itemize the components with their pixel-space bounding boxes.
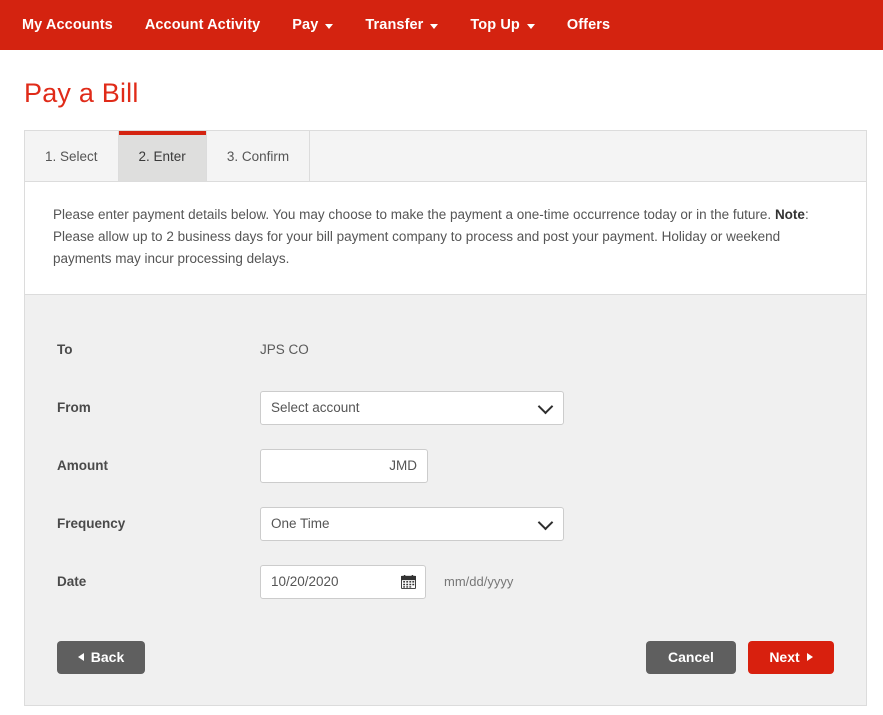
date-label: Date — [57, 574, 260, 589]
chevron-down-icon — [527, 24, 535, 29]
chevron-down-icon — [538, 398, 554, 414]
instructions-text: Please enter payment details below. You … — [53, 204, 838, 270]
nav-label: Offers — [567, 17, 610, 33]
frequency-label: Frequency — [57, 516, 260, 531]
form-row-date: Date 10/20/2020 — [25, 553, 866, 611]
tab-select[interactable]: 1. Select — [25, 131, 119, 181]
amount-label: Amount — [57, 458, 260, 473]
nav-label: Account Activity — [145, 17, 260, 33]
form-row-frequency: Frequency One Time — [25, 495, 866, 553]
next-button-label: Next — [769, 649, 799, 665]
date-value: 10/20/2020 — [271, 574, 339, 589]
nav-item-offers[interactable]: Offers — [567, 17, 610, 33]
tab-label: 2. Enter — [139, 149, 186, 164]
tab-confirm[interactable]: 3. Confirm — [207, 131, 310, 181]
back-button-label: Back — [91, 649, 124, 665]
form-row-amount: Amount JMD — [25, 437, 866, 495]
frequency-value: One Time — [271, 516, 330, 531]
frequency-select[interactable]: One Time — [260, 507, 564, 541]
nav-item-my-accounts[interactable]: My Accounts — [22, 17, 113, 33]
amount-input[interactable]: JMD — [260, 449, 428, 483]
instructions-panel: Please enter payment details below. You … — [25, 182, 866, 295]
nav-item-account-activity[interactable]: Account Activity — [145, 17, 260, 33]
date-format-hint: mm/dd/yyyy — [444, 574, 513, 589]
triangle-left-icon — [78, 653, 84, 661]
nav-label: Transfer — [365, 17, 423, 33]
tab-label: 3. Confirm — [227, 149, 289, 164]
to-label: To — [57, 342, 260, 357]
form-row-to: To JPS CO — [25, 321, 866, 379]
from-account-select[interactable]: Select account — [260, 391, 564, 425]
nav-item-pay[interactable]: Pay — [292, 17, 333, 33]
instructions-line-1: Please enter payment details below. You … — [53, 207, 771, 222]
date-input[interactable]: 10/20/2020 — [260, 565, 426, 599]
tab-enter[interactable]: 2. Enter — [119, 131, 207, 181]
tab-strip-filler — [310, 131, 866, 181]
tab-label: 1. Select — [45, 149, 98, 164]
nav-label: Pay — [292, 17, 318, 33]
chevron-down-icon — [430, 24, 438, 29]
cancel-button[interactable]: Cancel — [646, 641, 736, 674]
from-account-value: Select account — [271, 400, 360, 415]
chevron-down-icon — [325, 24, 333, 29]
wizard-tab-strip: 1. Select 2. Enter 3. Confirm — [25, 131, 866, 182]
calendar-icon[interactable] — [401, 575, 416, 589]
pay-a-bill-card: 1. Select 2. Enter 3. Confirm Please ent… — [24, 130, 867, 706]
page-title: Pay a Bill — [24, 78, 883, 109]
nav-item-top-up[interactable]: Top Up — [470, 17, 534, 33]
triangle-right-icon — [807, 653, 813, 661]
cancel-button-label: Cancel — [668, 649, 714, 665]
from-label: From — [57, 400, 260, 415]
payment-form: To JPS CO From Select account Amount JMD… — [25, 295, 866, 674]
next-button[interactable]: Next — [748, 641, 834, 674]
to-value: JPS CO — [260, 342, 309, 357]
back-button[interactable]: Back — [57, 641, 145, 674]
nav-item-transfer[interactable]: Transfer — [365, 17, 438, 33]
main-navigation-bar: My Accounts Account Activity Pay Transfe… — [0, 0, 883, 50]
chevron-down-icon — [538, 514, 554, 530]
amount-currency: JMD — [389, 458, 417, 473]
nav-label: My Accounts — [22, 17, 113, 33]
form-row-from: From Select account — [25, 379, 866, 437]
nav-label: Top Up — [470, 17, 519, 33]
note-label: Note — [775, 207, 805, 222]
wizard-button-row: Back Cancel Next — [25, 611, 866, 674]
